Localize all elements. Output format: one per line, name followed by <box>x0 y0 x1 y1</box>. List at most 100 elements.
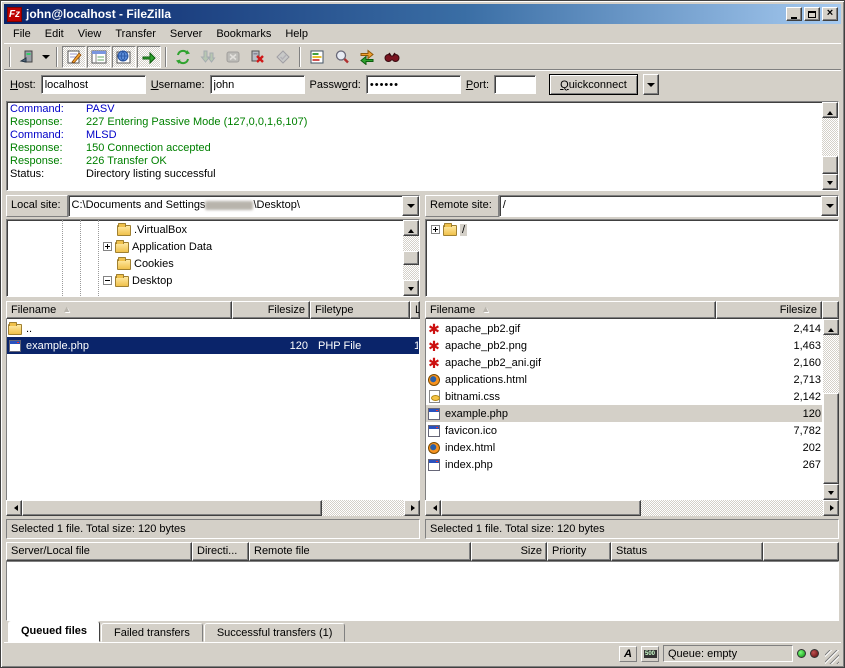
site-manager-icon[interactable] <box>15 46 39 68</box>
remote-site-combo[interactable]: / <box>499 195 839 217</box>
password-input[interactable] <box>366 75 461 94</box>
combo-dropdown-icon[interactable] <box>402 196 419 216</box>
compare-directories-icon[interactable] <box>330 46 354 68</box>
menu-view[interactable]: View <box>71 26 109 42</box>
process-queue-icon[interactable] <box>196 46 220 68</box>
remote-status-text: Selected 1 file. Total size: 120 bytes <box>425 519 839 539</box>
scroll-right-icon[interactable] <box>404 500 420 516</box>
file-row[interactable]: ✱apache_pb2.png1,463 <box>426 337 822 354</box>
file-row[interactable]: ✱apache_pb2.gif2,414 <box>426 320 822 337</box>
scroll-thumb[interactable] <box>441 500 641 516</box>
host-input[interactable] <box>41 75 146 94</box>
local-status-text: Selected 1 file. Total size: 120 bytes <box>6 519 420 539</box>
file-row-selected[interactable]: example.php 120 PHP File 1 <box>7 337 419 354</box>
scroll-thumb[interactable] <box>822 156 838 174</box>
menu-server[interactable]: Server <box>163 26 209 42</box>
column-lastmodified[interactable]: L <box>410 301 420 319</box>
remote-vscrollbar[interactable] <box>823 319 839 500</box>
tree-item[interactable]: Cookies <box>7 255 403 272</box>
column-filesize[interactable]: Filesize <box>232 301 310 319</box>
column-server-local-file[interactable]: Server/Local file <box>6 542 192 561</box>
column-direction[interactable]: Directi... <box>192 542 249 561</box>
disconnect-icon[interactable] <box>246 46 270 68</box>
cancel-icon[interactable] <box>221 46 245 68</box>
directory-filters-icon[interactable] <box>305 46 329 68</box>
combo-dropdown-icon[interactable] <box>821 196 838 216</box>
column-filesize[interactable]: Filesize <box>716 301 822 319</box>
menu-file[interactable]: File <box>6 26 38 42</box>
file-row-selected[interactable]: example.php120 <box>426 405 822 422</box>
scroll-right-icon[interactable] <box>823 500 839 516</box>
scroll-thumb[interactable] <box>823 393 839 484</box>
column-filetype[interactable]: Filetype <box>310 301 410 319</box>
username-input[interactable] <box>210 75 305 94</box>
local-site-combo[interactable]: C:\Documents and Settings\Desktop\ <box>68 195 420 217</box>
toggle-transfer-queue-icon[interactable] <box>137 46 161 68</box>
column-remote-file[interactable]: Remote file <box>249 542 471 561</box>
column-filename[interactable]: Filename▲ <box>6 301 232 319</box>
menu-edit[interactable]: Edit <box>38 26 71 42</box>
scroll-thumb[interactable] <box>22 500 322 516</box>
log-scrollbar[interactable] <box>822 102 838 190</box>
remote-hscrollbar[interactable] <box>425 500 839 516</box>
tab-successful-transfers[interactable]: Successful transfers (1) <box>204 623 346 642</box>
scroll-down-icon[interactable] <box>823 484 839 500</box>
local-hscrollbar[interactable] <box>6 500 420 516</box>
tree-item[interactable]: Application Data <box>7 238 403 255</box>
menu-help[interactable]: Help <box>278 26 315 42</box>
toggle-remote-tree-icon[interactable] <box>112 46 136 68</box>
sort-asc-icon: ▲ <box>62 304 71 318</box>
maximize-button[interactable] <box>804 7 820 21</box>
scroll-down-icon[interactable] <box>822 174 838 190</box>
folder-icon <box>115 276 129 287</box>
find-files-icon[interactable] <box>380 46 404 68</box>
toggle-message-log-icon[interactable] <box>62 46 86 68</box>
menu-transfer[interactable]: Transfer <box>108 26 163 42</box>
scroll-left-icon[interactable] <box>6 500 22 516</box>
scroll-left-icon[interactable] <box>425 500 441 516</box>
transfer-queue-list[interactable] <box>6 561 839 621</box>
tab-queued-files[interactable]: Queued files <box>8 621 100 642</box>
collapse-icon[interactable] <box>103 276 112 285</box>
file-row[interactable]: .. <box>7 320 419 337</box>
tree-item[interactable]: / <box>426 221 838 238</box>
scroll-up-icon[interactable] <box>822 102 838 118</box>
log-label: Response: <box>10 142 86 155</box>
tree-item[interactable]: Desktop <box>7 272 403 289</box>
close-button[interactable]: × <box>822 7 838 21</box>
quickconnect-button[interactable]: Quickconnect <box>549 74 638 95</box>
menu-bookmarks[interactable]: Bookmarks <box>209 26 278 42</box>
remote-file-list: ✱apache_pb2.gif2,414 ✱apache_pb2.png1,46… <box>425 319 823 500</box>
file-row[interactable]: ✱apache_pb2_ani.gif2,160 <box>426 354 822 371</box>
file-row[interactable]: applications.html2,713 <box>426 371 822 388</box>
file-row[interactable]: favicon.ico7,782 <box>426 422 822 439</box>
resize-grip[interactable] <box>825 650 839 664</box>
transfer-type-icon[interactable]: A <box>619 646 637 662</box>
expand-icon[interactable] <box>103 242 112 251</box>
tree-item[interactable]: .VirtualBox <box>7 221 403 238</box>
port-input[interactable] <box>494 75 536 94</box>
refresh-icon[interactable] <box>171 46 195 68</box>
column-priority[interactable]: Priority <box>547 542 611 561</box>
scroll-up-icon[interactable] <box>823 319 839 335</box>
local-tree-scrollbar[interactable] <box>403 220 419 296</box>
php-file-icon <box>9 340 21 352</box>
minimize-button[interactable] <box>786 7 802 21</box>
scroll-down-icon[interactable] <box>403 280 419 296</box>
file-row[interactable]: index.html202 <box>426 439 822 456</box>
column-status[interactable]: Status <box>611 542 763 561</box>
scroll-up-icon[interactable] <box>403 220 419 236</box>
column-filename[interactable]: Filename▲ <box>425 301 716 319</box>
tab-failed-transfers[interactable]: Failed transfers <box>101 623 203 642</box>
toggle-local-tree-icon[interactable] <box>87 46 111 68</box>
quickconnect-dropdown-icon[interactable] <box>643 74 659 95</box>
site-manager-dropdown-icon[interactable] <box>40 46 52 68</box>
file-row[interactable]: index.php267 <box>426 456 822 473</box>
synchronized-browsing-icon[interactable] <box>355 46 379 68</box>
expand-icon[interactable] <box>431 225 440 234</box>
speed-limits-icon[interactable]: 500 <box>641 646 659 662</box>
reconnect-icon[interactable] <box>271 46 295 68</box>
scroll-thumb[interactable] <box>403 251 419 265</box>
column-size[interactable]: Size <box>471 542 547 561</box>
file-row[interactable]: bitnami.css2,142 <box>426 388 822 405</box>
